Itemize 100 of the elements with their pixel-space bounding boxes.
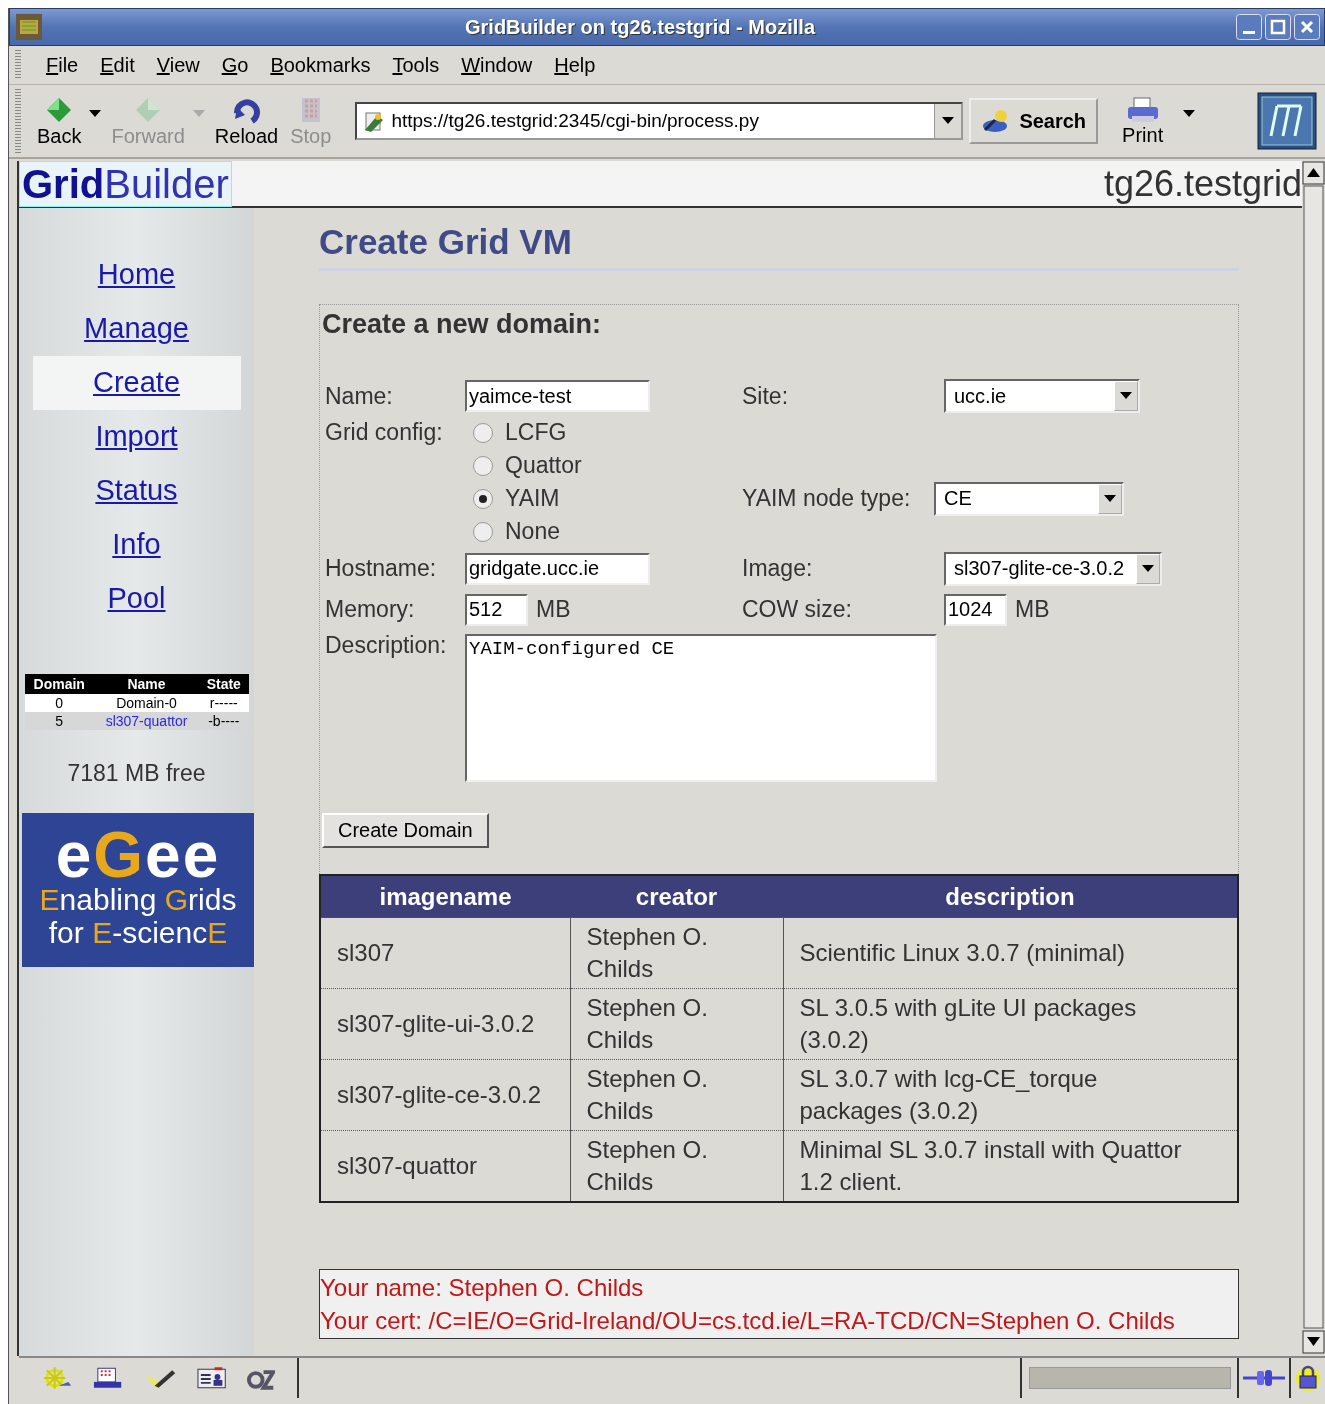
nav-link[interactable]: Manage bbox=[32, 302, 241, 356]
field-label: Site: bbox=[742, 382, 790, 410]
printer-icon bbox=[1125, 95, 1160, 124]
table-cell: sl307-quattor bbox=[320, 1130, 570, 1202]
nav-link[interactable]: Home bbox=[32, 248, 241, 302]
close-icon[interactable] bbox=[1294, 14, 1320, 40]
table-cell: Stephen O. Childs bbox=[570, 1059, 783, 1131]
unit-label: MB bbox=[536, 596, 571, 623]
select-field[interactable]: CE bbox=[934, 481, 1124, 516]
nav-link[interactable]: Import bbox=[32, 410, 241, 464]
table-cell: sl307-glite-ce-3.0.2 bbox=[320, 1059, 570, 1131]
description-field[interactable]: YAIM-configured CE bbox=[465, 634, 937, 782]
memory-free: 7181 MB free bbox=[67, 760, 206, 787]
menu-item[interactable]: View bbox=[145, 49, 211, 81]
radio-label: LCFG bbox=[505, 419, 567, 446]
back-button[interactable]: Back bbox=[31, 92, 88, 150]
window-title: GridBuilder on tg26.testgrid - Mozilla bbox=[464, 15, 817, 39]
table-cell: Domain-0 bbox=[94, 694, 200, 712]
column-header: description bbox=[783, 875, 1238, 918]
form-title: Create a new domain: bbox=[322, 309, 603, 340]
site-logo: GridBuilder bbox=[19, 161, 232, 207]
column-header: Name bbox=[94, 674, 200, 694]
table-cell: -b---- bbox=[199, 712, 249, 730]
address-card-icon[interactable] bbox=[196, 1366, 226, 1390]
table-cell: Scientific Linux 3.0.7 (minimal) bbox=[783, 917, 1238, 989]
table-cell: 5 bbox=[24, 712, 94, 730]
wheel-icon[interactable] bbox=[41, 1366, 73, 1390]
address-field[interactable]: https://tg26.testgrid:2345/cgi-bin/process.py bbox=[355, 102, 964, 140]
lock-icon[interactable] bbox=[1295, 1364, 1321, 1392]
table-cell: Stephen O. Childs bbox=[570, 1130, 783, 1202]
table-cell: sl307-glite-ui-3.0.2 bbox=[320, 988, 570, 1060]
user-info-line: Your cert: /C=IE/O=Grid-Ireland/OU=cs.tcd.ie/L=RA-TCD/CN=Stephen O. Childs bbox=[320, 1306, 1176, 1336]
unit-label: MB bbox=[1015, 596, 1050, 623]
select-field[interactable]: ucc.ie bbox=[944, 379, 1140, 413]
mail-icon[interactable] bbox=[92, 1366, 124, 1390]
table-cell: SL 3.0.5 with gLite UI packages (3.0.2) bbox=[783, 988, 1238, 1060]
banner-text: for E-sciencE bbox=[48, 916, 228, 949]
field-label: YAIM node type: bbox=[742, 485, 912, 512]
menu-item[interactable]: Window bbox=[450, 49, 544, 81]
plug-icon[interactable] bbox=[1243, 1367, 1285, 1389]
field-label: Description: bbox=[325, 632, 448, 659]
field-label: Image: bbox=[742, 555, 814, 582]
search-button[interactable]: Search bbox=[969, 98, 1099, 144]
nav-link[interactable]: Pool bbox=[32, 572, 241, 626]
table-cell: 0 bbox=[24, 694, 94, 712]
nav-link[interactable]: Status bbox=[32, 464, 241, 518]
dropdown-arrow-icon[interactable] bbox=[1183, 110, 1196, 118]
radio-label: Quattor bbox=[505, 452, 582, 479]
field-label: Name: bbox=[325, 382, 394, 410]
input-field[interactable]: 512 bbox=[465, 593, 528, 626]
scrollbar[interactable] bbox=[1302, 161, 1325, 1354]
print-button[interactable]: Print bbox=[1116, 93, 1170, 149]
user-info-line: Your name: Stephen O. Childs bbox=[320, 1273, 645, 1303]
field-label: Memory: bbox=[325, 596, 416, 623]
radio-button[interactable] bbox=[473, 422, 493, 443]
dropdown-arrow-icon[interactable] bbox=[89, 110, 102, 118]
table-cell: sl307 bbox=[320, 917, 570, 989]
nav-link[interactable]: Info bbox=[32, 518, 241, 572]
nav-link[interactable]: Create bbox=[32, 356, 241, 410]
menu-item[interactable]: File bbox=[35, 49, 90, 81]
create-domain-button[interactable]: Create Domain bbox=[322, 813, 489, 848]
banner-logo: eGee bbox=[55, 827, 221, 883]
column-header: imagename bbox=[320, 875, 570, 918]
banner-text: Enabling Grids bbox=[39, 883, 237, 916]
column-header: Domain bbox=[24, 674, 94, 694]
select-field[interactable]: sl307-glite-ce-3.0.2 bbox=[944, 551, 1162, 586]
field-label: Hostname: bbox=[325, 555, 438, 582]
input-field[interactable]: yaimce-test bbox=[465, 380, 650, 412]
dropdown-arrow-icon[interactable] bbox=[942, 117, 955, 125]
dropdown-arrow-icon bbox=[1104, 494, 1116, 503]
table-cell: r----- bbox=[199, 694, 249, 712]
logo-icon[interactable] bbox=[1257, 92, 1317, 150]
dropdown-arrow-icon bbox=[1120, 392, 1132, 400]
radio-label: None bbox=[505, 518, 560, 545]
host-name: tg26.testgrid bbox=[1103, 162, 1302, 205]
input-field[interactable]: gridgate.ucc.ie bbox=[465, 552, 650, 585]
input-field[interactable]: 1024 bbox=[944, 593, 1007, 626]
column-header: creator bbox=[570, 875, 783, 918]
table-cell: SL 3.0.7 with lcg-CE_torque packages (3.0.2) bbox=[783, 1059, 1238, 1131]
menu-item[interactable]: Tools bbox=[381, 49, 451, 81]
dropdown-arrow-icon bbox=[1142, 564, 1154, 573]
menu-item[interactable]: Help bbox=[543, 49, 607, 81]
menu-item[interactable]: Edit bbox=[89, 49, 146, 81]
table-cell: Stephen O. Childs bbox=[570, 917, 783, 989]
radio-button[interactable] bbox=[473, 488, 493, 509]
radio-label: YAIM bbox=[505, 485, 560, 512]
minimize-icon[interactable] bbox=[1236, 14, 1262, 40]
domain-link[interactable]: sl307-quattor bbox=[94, 712, 200, 730]
menu-item[interactable]: Go bbox=[210, 49, 260, 81]
page-heading: Create Grid VM bbox=[319, 222, 1239, 271]
maximize-icon[interactable] bbox=[1265, 14, 1291, 40]
radio-button[interactable] bbox=[473, 455, 493, 476]
column-header: State bbox=[199, 674, 249, 694]
radio-button[interactable] bbox=[473, 521, 493, 542]
table-cell: Stephen O. Childs bbox=[570, 988, 783, 1060]
reload-button[interactable]: Reload bbox=[208, 92, 285, 150]
menu-item[interactable]: Bookmarks bbox=[259, 49, 382, 81]
table-cell: Minimal SL 3.0.7 install with Quattor 1.2 client. bbox=[783, 1130, 1238, 1202]
field-label: Grid config: bbox=[325, 419, 444, 446]
app-icon bbox=[14, 12, 44, 42]
